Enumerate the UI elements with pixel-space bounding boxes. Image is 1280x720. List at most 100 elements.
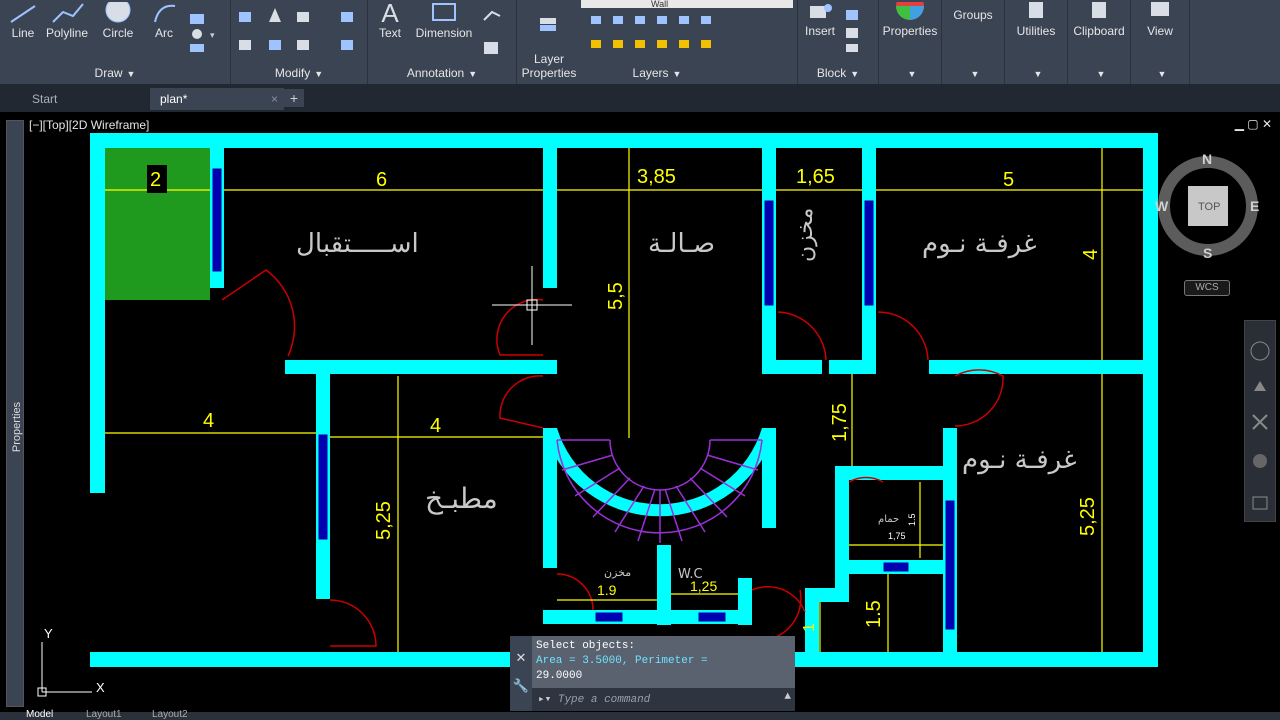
circle-icon [103, 2, 133, 24]
room-store-bottom: مخزن [604, 566, 631, 579]
navigation-bar[interactable] [1244, 320, 1276, 522]
room-wc: W.C [678, 567, 703, 582]
room-bedroom-2: غرفـة نـوم [962, 445, 1077, 475]
utilities-panel: Utilities ▼ [1005, 0, 1068, 84]
command-input[interactable]: ▸▾ Type a command ▲ [532, 688, 795, 711]
crosshair-cursor [492, 266, 572, 345]
dim-1-5-small: 1.5 [907, 513, 917, 526]
tab-layout1[interactable]: Layout1 [86, 710, 122, 720]
block-panel-title[interactable]: Block▼ [798, 66, 878, 80]
compass-e: E [1250, 198, 1259, 214]
command-prompt-icon[interactable]: ▸▾ [538, 694, 558, 706]
dim-1-65: 1,65 [796, 166, 835, 188]
tab-start[interactable]: Start [22, 88, 150, 110]
groups-expander[interactable]: ▼ [942, 66, 1004, 80]
tab-plan[interactable]: plan* × [150, 88, 284, 110]
floor-plan: 2 6 3,85 1,65 5 5,5 4 4 4 1,75 5,25 5,25… [25, 115, 1280, 712]
insert-label: Insert [805, 24, 835, 38]
command-history-toggle[interactable]: ▲ [784, 691, 791, 703]
command-line-2: Area = 3.5000, Perimeter = [536, 654, 791, 669]
dimension-button[interactable]: Dimension [412, 2, 476, 40]
dim-5: 5 [1003, 169, 1014, 191]
utilities-expander[interactable]: ▼ [1005, 66, 1067, 80]
draw-panel-title[interactable]: Draw▼ [0, 66, 230, 80]
insert-icon [806, 2, 834, 22]
layer-dropdown[interactable]: Wall [581, 0, 793, 8]
view-button[interactable]: View [1131, 2, 1189, 38]
command-placeholder: Type a command [558, 694, 650, 706]
navigation-tools-icons[interactable] [1245, 321, 1275, 521]
dim-4-right: 4 [1080, 249, 1102, 260]
dim-1-75: 1,75 [829, 403, 851, 442]
insert-button[interactable]: Insert [800, 2, 840, 38]
arc-icon [149, 2, 179, 24]
modify-panel: Modify▼ [231, 0, 368, 84]
groups-panel: Groups ▼ [942, 0, 1005, 84]
groups-button[interactable]: Groups [942, 8, 1004, 22]
annotation-small-icons[interactable] [480, 8, 510, 58]
line-button[interactable]: Line [6, 2, 40, 40]
tab-plan-label: plan* [160, 92, 187, 106]
tab-layout2[interactable]: Layout2 [152, 710, 188, 720]
view-expander[interactable]: ▼ [1131, 66, 1189, 80]
polyline-icon [49, 2, 85, 24]
dim-1-5: 1.5 [863, 600, 885, 628]
clipboard-label: Clipboard [1073, 24, 1124, 38]
clipboard-panel: Clipboard ▼ [1068, 0, 1131, 84]
compass-s: S [1203, 245, 1212, 261]
properties-palette[interactable]: Properties [6, 120, 24, 707]
hatch-icon[interactable]: ▾ [188, 12, 224, 52]
tab-start-label: Start [32, 92, 57, 106]
properties-expander[interactable]: ▼ [879, 66, 941, 80]
arc-button[interactable]: Arc [146, 2, 182, 40]
layer-tools-icons[interactable] [587, 12, 737, 56]
drawing-viewport[interactable]: [−][Top][2D Wireframe] ▁ ▢ ✕ [25, 115, 1280, 712]
dim-2: 2 [150, 169, 161, 191]
close-icon[interactable]: × [271, 88, 278, 110]
command-line-1: Select objects: [536, 639, 791, 654]
groups-label: Groups [953, 8, 992, 22]
properties-label: Properties [883, 24, 938, 38]
close-icon[interactable]: ✕ [510, 650, 532, 666]
utilities-label: Utilities [1017, 24, 1056, 38]
text-button[interactable]: A Text [372, 2, 408, 40]
modify-panel-title[interactable]: Modify▼ [231, 66, 367, 80]
arc-label: Arc [155, 26, 173, 40]
layers-panel-title[interactable]: Layers▼ [517, 66, 797, 80]
layers-panel: Layer Properties Wall Layers▼ [517, 0, 798, 84]
dim-5-5: 5,5 [605, 282, 627, 310]
properties-button[interactable]: Properties [879, 2, 941, 38]
svg-text:▾: ▾ [210, 30, 215, 40]
dim-6: 6 [376, 169, 387, 191]
room-store-top: مخزن [793, 208, 818, 262]
viewcube-top-label: TOP [1198, 201, 1220, 213]
properties-palette-label: Properties [11, 387, 23, 467]
dim-1-9: 1.9 [597, 582, 617, 598]
command-window-side: ✕ 🔧 [510, 636, 532, 711]
text-icon: A [372, 2, 408, 24]
dim-1: 1 [801, 623, 818, 632]
wcs-menu[interactable]: WCS [1184, 280, 1230, 296]
wrench-icon[interactable]: 🔧 [510, 678, 532, 694]
clipboard-button[interactable]: Clipboard [1068, 2, 1130, 38]
utilities-button[interactable]: Utilities [1005, 2, 1067, 38]
room-labels: اســـــتقبال صـالـة مخزن غرفـة نـوم غرفـ… [296, 208, 1077, 582]
annotation-panel-title[interactable]: Annotation▼ [368, 66, 516, 80]
color-wheel-icon [895, 2, 925, 22]
modify-tools-icon[interactable] [233, 4, 363, 62]
dim-5-25-left: 5,25 [373, 501, 395, 540]
block-small-icons[interactable] [842, 6, 872, 56]
dimension-label: Dimension [416, 26, 473, 40]
view-icon [1147, 2, 1173, 22]
line-icon [8, 2, 38, 24]
polyline-button[interactable]: Polyline [44, 2, 90, 40]
new-tab-button[interactable]: + [284, 89, 304, 107]
room-kitchen: مطبـخ [425, 482, 498, 515]
circle-button[interactable]: Circle [98, 2, 138, 40]
clipboard-expander[interactable]: ▼ [1068, 66, 1130, 80]
layout-tabs-bar: Model Layout1 Layout2 [0, 712, 1280, 720]
layer-current-value: Wall [651, 0, 668, 8]
viewcube[interactable]: TOP N S E W [1155, 151, 1259, 261]
tab-model[interactable]: Model [26, 710, 53, 720]
compass-w: W [1155, 198, 1169, 214]
